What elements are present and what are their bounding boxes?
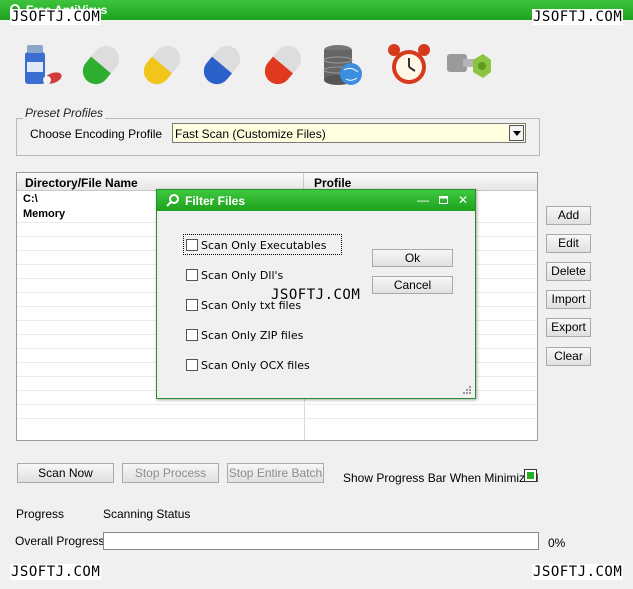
magnifier-icon <box>166 194 179 207</box>
watermark-bottom-left: JSOFTJ.COM <box>10 564 102 580</box>
checkbox-checked-indicator <box>527 472 534 479</box>
watermark-top-right: JSOFTJ.COM <box>532 9 624 25</box>
overall-progress-bar <box>103 532 539 550</box>
blue-pill-icon[interactable] <box>197 40 247 90</box>
ok-button[interactable]: Ok <box>372 249 453 267</box>
row-gridline <box>17 418 537 419</box>
encoding-profile-label: Choose Encoding Profile <box>30 127 163 141</box>
minimize-icon[interactable]: — <box>416 194 430 207</box>
encoding-profile-select[interactable]: Fast Scan (Customize Files) <box>172 123 526 143</box>
alarm-clock-icon[interactable] <box>384 40 434 90</box>
scan-ocx-label[interactable]: Scan Only OCX files <box>201 359 310 372</box>
watermark-bottom-right: JSOFTJ.COM <box>532 564 624 580</box>
row-directory: Memory <box>23 208 66 220</box>
clear-button[interactable]: Clear <box>546 347 591 366</box>
chevron-down-icon[interactable] <box>509 125 524 141</box>
show-progress-checkbox[interactable] <box>524 469 537 482</box>
scan-dlls-label[interactable]: Scan Only Dll's <box>201 269 283 282</box>
resize-grip-icon[interactable] <box>461 384 471 394</box>
column-header-profile[interactable]: Profile <box>314 176 351 190</box>
database-globe-icon[interactable] <box>318 40 368 90</box>
scanning-status-text: Scanning Status <box>103 507 191 521</box>
medicine-bottle-icon[interactable] <box>17 40 67 90</box>
dialog-title: Filter Files <box>185 194 246 208</box>
stop-process-button[interactable]: Stop Process <box>122 463 219 483</box>
scan-txt-checkbox[interactable] <box>186 299 198 311</box>
dialog-titlebar: Filter Files — ✕ <box>157 190 475 211</box>
scan-executables-checkbox[interactable] <box>186 239 198 251</box>
bolt-nut-icon[interactable] <box>443 40 493 90</box>
watermark-top-left: JSOFTJ.COM <box>10 9 102 25</box>
preset-profiles-legend: Preset Profiles <box>23 106 106 120</box>
yellow-pill-icon[interactable] <box>137 40 187 90</box>
edit-button[interactable]: Edit <box>546 234 591 253</box>
watermark-center: JSOFTJ.COM <box>271 287 361 303</box>
row-directory: C:\ <box>23 193 38 205</box>
scan-dlls-checkbox[interactable] <box>186 269 198 281</box>
red-pill-icon[interactable] <box>258 40 308 90</box>
scan-executables-label[interactable]: Scan Only Executables <box>201 239 326 252</box>
import-button[interactable]: Import <box>546 290 591 309</box>
cancel-button[interactable]: Cancel <box>372 276 453 294</box>
maximize-icon[interactable] <box>436 194 450 207</box>
close-icon[interactable]: ✕ <box>456 194 470 207</box>
progress-label: Progress <box>16 507 65 521</box>
delete-button[interactable]: Delete <box>546 262 591 281</box>
show-progress-label: Show Progress Bar When Minimized <box>343 471 539 485</box>
scan-now-button[interactable]: Scan Now <box>17 463 114 483</box>
green-pill-icon[interactable] <box>76 40 126 90</box>
overall-progress-percent: 0% <box>548 536 566 550</box>
scan-zip-checkbox[interactable] <box>186 329 198 341</box>
row-gridline <box>17 404 537 405</box>
overall-progress-label: Overall Progress <box>15 534 105 548</box>
scan-ocx-checkbox[interactable] <box>186 359 198 371</box>
column-header-directory[interactable]: Directory/File Name <box>25 176 138 190</box>
export-button[interactable]: Export <box>546 318 591 337</box>
stop-entire-batch-button[interactable]: Stop Entire Batch <box>227 463 324 483</box>
encoding-profile-value: Fast Scan (Customize Files) <box>175 127 326 141</box>
column-divider <box>303 173 304 190</box>
add-button[interactable]: Add <box>546 206 591 225</box>
scan-zip-label[interactable]: Scan Only ZIP files <box>201 329 303 342</box>
